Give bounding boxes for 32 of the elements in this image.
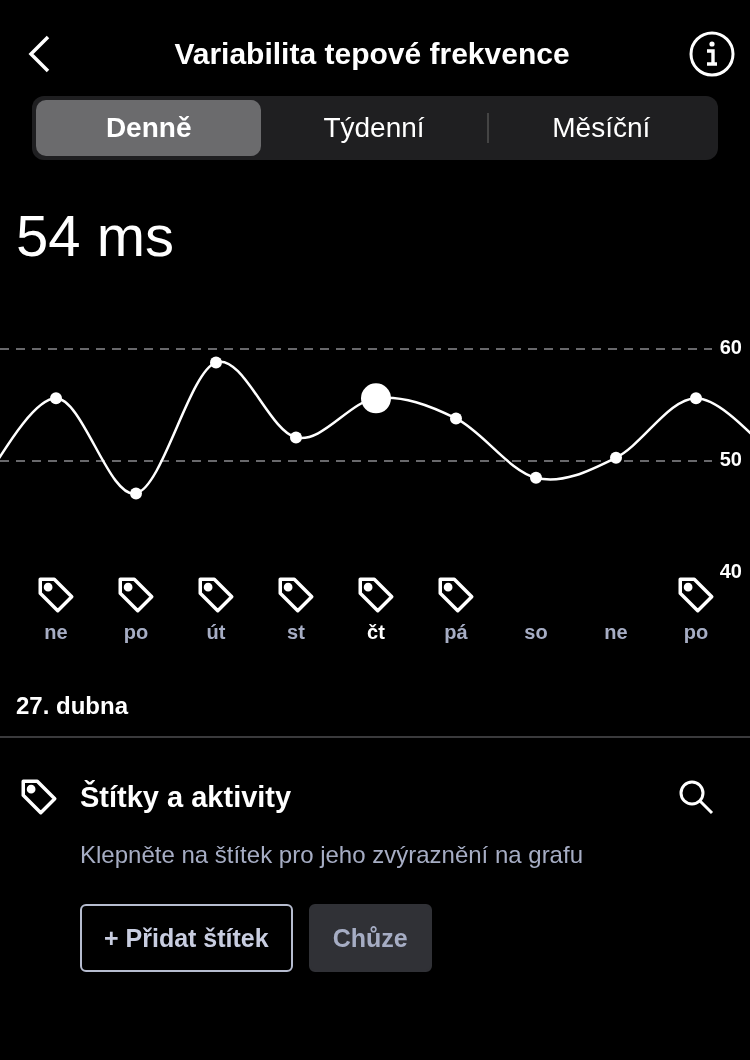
add-tag-button[interactable]: + Přidat štítek <box>80 904 293 972</box>
data-point[interactable] <box>610 451 622 464</box>
axis-label: 50 <box>719 448 742 471</box>
data-point[interactable] <box>50 392 62 405</box>
day-label: so <box>524 621 548 644</box>
day-label: čt <box>367 621 385 644</box>
data-point[interactable] <box>530 471 542 484</box>
date-label: 27. dubna <box>16 692 130 720</box>
hrv-value: 54 ms <box>16 202 175 269</box>
day-label: ne <box>604 621 628 644</box>
section-title: Štítky a aktivity <box>80 780 293 814</box>
day-label: po <box>123 621 149 644</box>
day-label: út <box>206 621 226 644</box>
section-description: Klepněte na štítek pro jeho zvýraznění na grafu <box>80 840 584 870</box>
period-tab[interactable]: Denně <box>36 100 262 156</box>
screen-title: Variabilita tepové frekvence <box>174 37 570 71</box>
day-label: ne <box>44 621 68 644</box>
data-point[interactable] <box>290 431 302 444</box>
axis-label: 40 <box>719 560 742 583</box>
axis-label: 60 <box>719 336 742 359</box>
data-point[interactable] <box>361 383 391 414</box>
period-tab[interactable]: Měsíční <box>488 100 714 156</box>
data-point[interactable] <box>450 412 462 425</box>
data-point[interactable] <box>210 356 222 369</box>
tag-chip[interactable]: Chůze <box>308 904 432 972</box>
data-point[interactable] <box>130 487 142 500</box>
day-label: st <box>287 621 305 644</box>
period-tab[interactable]: Týdenní <box>261 100 487 156</box>
day-label: pá <box>444 621 468 644</box>
data-point[interactable] <box>690 392 702 405</box>
day-label: po <box>683 621 709 644</box>
info-icon[interactable] <box>688 30 736 78</box>
